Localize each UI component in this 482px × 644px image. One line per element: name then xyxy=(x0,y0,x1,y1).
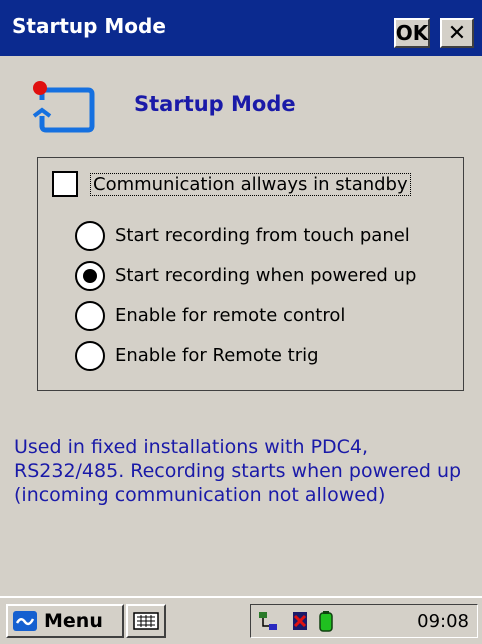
description-text: Used in fixed installations with PDC4, R… xyxy=(14,436,462,506)
window-title: Startup Mode xyxy=(12,14,166,38)
network-icon[interactable] xyxy=(257,610,279,632)
clock[interactable]: 09:08 xyxy=(417,611,469,632)
close-button[interactable]: ✕ xyxy=(440,18,474,48)
keyboard-button[interactable] xyxy=(126,604,166,638)
title-bar: Startup Mode OK ✕ xyxy=(0,0,482,56)
radio-label-remote-control[interactable]: Enable for remote control xyxy=(115,305,345,326)
menu-label: Menu xyxy=(44,610,103,632)
radio-touch-panel[interactable] xyxy=(75,221,105,251)
standby-checkbox-label[interactable]: Communication allways in standby xyxy=(90,173,411,196)
taskbar: Menu 09:08 xyxy=(0,596,482,644)
radio-label-powered-up[interactable]: Start recording when powered up xyxy=(115,265,416,286)
standby-checkbox[interactable] xyxy=(52,171,78,197)
start-menu-button[interactable]: Menu xyxy=(6,604,124,638)
header-title: Startup Mode xyxy=(134,92,296,116)
battery-icon[interactable] xyxy=(315,610,337,632)
windows-flag-icon xyxy=(13,611,37,631)
sync-icon[interactable] xyxy=(289,610,311,632)
system-tray: 09:08 xyxy=(250,604,478,638)
radio-label-remote-trig[interactable]: Enable for Remote trig xyxy=(115,345,319,366)
keyboard-icon xyxy=(133,612,159,630)
radio-remote-control[interactable] xyxy=(75,301,105,331)
radio-remote-trig[interactable] xyxy=(75,341,105,371)
refresh-icon xyxy=(32,81,95,133)
radio-selected-dot xyxy=(83,269,97,283)
radio-powered-up[interactable] xyxy=(75,261,105,291)
radio-label-touch-panel[interactable]: Start recording from touch panel xyxy=(115,225,410,246)
ok-button[interactable]: OK xyxy=(394,18,430,48)
